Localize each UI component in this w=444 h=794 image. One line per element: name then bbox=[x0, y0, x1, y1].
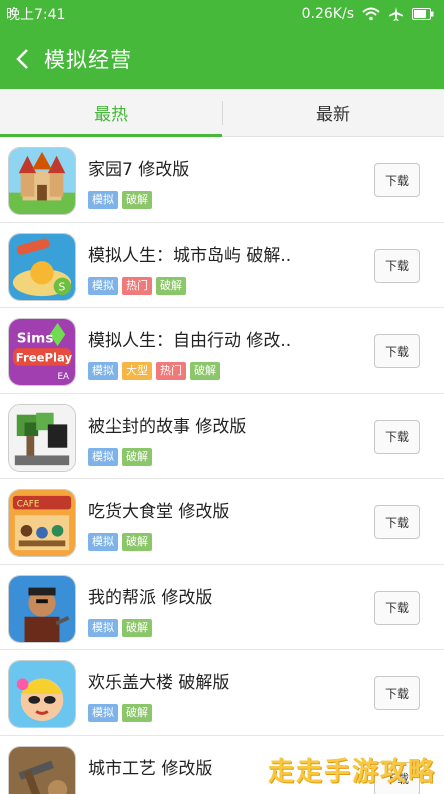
category-tag: 破解 bbox=[156, 276, 186, 295]
game-title[interactable]: 城市工艺 修改版 bbox=[88, 754, 212, 779]
game-title[interactable]: 吃货大食堂 修改版 bbox=[88, 497, 229, 522]
tab-newest[interactable]: 最新 bbox=[222, 89, 444, 136]
status-right: 0.26K/s bbox=[302, 6, 434, 22]
game-title[interactable]: 家园7 修改版 bbox=[88, 155, 189, 180]
gang-game-icon[interactable] bbox=[8, 574, 76, 643]
list-item[interactable]: 我的帮派 修改版模拟 破解 下载 bbox=[0, 564, 444, 650]
app-bar: 模拟经营 bbox=[0, 28, 444, 89]
category-tag: 破解 bbox=[190, 362, 220, 380]
game-title[interactable]: 欢乐盖大楼 破解版 bbox=[88, 668, 229, 693]
svg-text:CAFE: CAFE bbox=[17, 500, 40, 510]
category-tag: 模拟 bbox=[88, 447, 118, 466]
category-tag: 破解 bbox=[122, 618, 152, 637]
sims-freeplay-icon[interactable]: Sims FreePlay EA bbox=[8, 318, 76, 386]
download-button[interactable]: 下载 bbox=[374, 334, 420, 368]
castle-game-icon[interactable] bbox=[8, 147, 76, 215]
category-tag: 破解 bbox=[122, 704, 152, 722]
game-title[interactable]: 被尘封的故事 修改版 bbox=[88, 412, 246, 437]
tag-list: 模拟 破解 bbox=[88, 704, 152, 722]
game-list: 家园7 修改版 模拟 破解 下载 S 模拟人生：城市岛屿 破解.. 模拟 热门 破解 下载 Sims… bbox=[0, 137, 444, 794]
category-tag: 模拟 bbox=[88, 191, 118, 209]
tag-list: 模拟 大型 热门 破解 bbox=[88, 362, 220, 380]
list-item[interactable]: 家园7 修改版模拟 破解 下载 bbox=[0, 137, 444, 223]
game-title[interactable]: 模拟人生：自由行动 修改.. bbox=[88, 326, 291, 351]
category-tag: 模拟 bbox=[88, 362, 118, 380]
list-item[interactable]: CAFE 吃货大食堂 修改版模拟 破解 下载 bbox=[0, 479, 444, 565]
tag-list: 模拟 破解 bbox=[88, 447, 152, 466]
category-tag: 破解 bbox=[122, 447, 152, 466]
pixel-tree-game-icon[interactable] bbox=[8, 403, 76, 472]
list-item[interactable]: 被尘封的故事 修改版模拟 破解 下载 bbox=[0, 393, 444, 479]
game-title[interactable]: 我的帮派 修改版 bbox=[88, 583, 212, 608]
download-button[interactable]: 下载 bbox=[374, 248, 420, 283]
airplane-icon bbox=[388, 6, 404, 22]
tab-bar: 最热 最新 bbox=[0, 89, 444, 137]
tag-list: 模拟 破解 bbox=[88, 618, 152, 637]
status-bar: 晚上7:41 0.26K/s bbox=[0, 0, 444, 28]
tag-list: 模拟 破解 bbox=[88, 533, 152, 551]
page-title: 模拟经营 bbox=[44, 47, 132, 72]
category-tag: 破解 bbox=[122, 191, 152, 209]
download-button[interactable]: 下载 bbox=[374, 163, 420, 197]
list-item[interactable]: S 模拟人生：城市岛屿 破解.. 模拟 热门 破解 下载 bbox=[0, 222, 444, 308]
category-tag: 破解 bbox=[122, 533, 152, 551]
category-tag: 大型 bbox=[122, 362, 152, 380]
category-tag: 模拟 bbox=[88, 704, 118, 722]
wifi-icon bbox=[362, 7, 380, 21]
svg-text:FreePlay: FreePlay bbox=[16, 351, 73, 365]
battery-icon bbox=[412, 8, 434, 20]
svg-text:S: S bbox=[59, 280, 66, 293]
download-button[interactable]: 下载 bbox=[374, 419, 420, 454]
tag-list: 模拟 热门 破解 bbox=[88, 276, 186, 295]
tower-game-icon[interactable] bbox=[8, 660, 76, 728]
list-item[interactable]: 欢乐盖大楼 破解版模拟 破解 下载 bbox=[0, 650, 444, 736]
cafeteria-game-icon[interactable]: CAFE bbox=[8, 489, 76, 557]
category-tag: 模拟 bbox=[88, 533, 118, 551]
download-button[interactable]: 下载 bbox=[374, 676, 420, 710]
network-speed: 0.26K/s bbox=[301, 6, 354, 22]
svg-text:Sims: Sims bbox=[17, 330, 54, 346]
island-game-icon[interactable]: S bbox=[8, 232, 76, 301]
download-button[interactable]: 下载 bbox=[374, 505, 420, 539]
city-craft-icon[interactable] bbox=[8, 745, 76, 794]
back-button[interactable] bbox=[0, 28, 44, 89]
category-tag: 热门 bbox=[156, 362, 186, 380]
chevron-left-icon bbox=[16, 48, 28, 69]
watermark: 走走手游攻略 bbox=[267, 757, 436, 787]
status-time: 晚上7:41 bbox=[6, 7, 66, 23]
list-item[interactable]: Sims FreePlay EA 模拟人生：自由行动 修改.. 模拟 大型 热门 破解 下载 bbox=[0, 308, 444, 394]
game-title[interactable]: 模拟人生：城市岛屿 破解.. bbox=[88, 241, 291, 266]
tab-hottest[interactable]: 最热 bbox=[0, 89, 222, 137]
category-tag: 模拟 bbox=[88, 618, 118, 637]
svg-text:EA: EA bbox=[58, 372, 70, 382]
download-button[interactable]: 下载 bbox=[374, 590, 420, 625]
category-tag: 模拟 bbox=[88, 276, 118, 295]
tab-divider bbox=[222, 101, 223, 125]
category-tag: 热门 bbox=[122, 276, 152, 295]
tag-list: 模拟 破解 bbox=[88, 191, 152, 209]
